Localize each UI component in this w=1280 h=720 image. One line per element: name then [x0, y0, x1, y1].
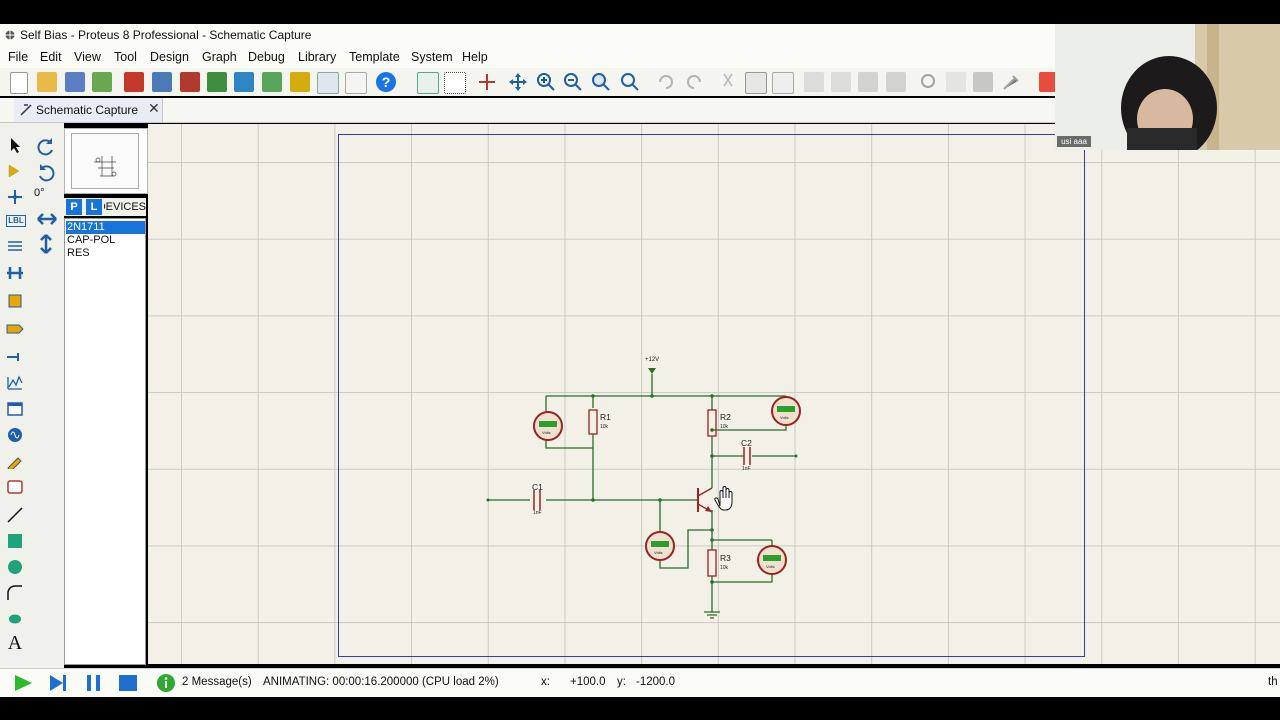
- voltmeter-2-unit: Volts: [780, 415, 789, 420]
- c2-value: 1nF: [742, 466, 751, 472]
- voltmeter-2[interactable]: Volts: [771, 396, 801, 426]
- voltmeter-3-unit: Volts: [654, 550, 663, 555]
- r1-value: 10k: [600, 424, 609, 430]
- hand-cursor-icon: [714, 486, 733, 511]
- voltmeter-1[interactable]: Volts: [533, 411, 563, 441]
- play-icon[interactable]: [12, 674, 34, 692]
- r1-name: R1: [600, 412, 611, 422]
- capacitor-c1[interactable]: C1 1nF: [532, 482, 543, 516]
- c1-value: 1nF: [533, 510, 542, 516]
- r3-name: R3: [720, 553, 731, 563]
- y-coord-value: -1200.0: [636, 676, 676, 688]
- supply-terminal[interactable]: +12V: [645, 357, 659, 374]
- pause-icon[interactable]: [84, 674, 104, 692]
- resistor-r3[interactable]: R3 10k: [707, 549, 731, 577]
- info-icon[interactable]: [156, 673, 176, 693]
- x-coord-value: +100.0: [570, 676, 606, 688]
- c1-name: C1: [532, 482, 543, 492]
- x-coord-label: x:: [541, 676, 550, 688]
- resistor-r1[interactable]: R1 10k: [588, 409, 611, 435]
- r2-name: R2: [720, 412, 731, 422]
- resistor-r2[interactable]: R2 10k: [707, 409, 731, 437]
- voltmeter-4-unit: Volts: [766, 564, 775, 569]
- webcam-overlay: [1055, 24, 1280, 160]
- status-bar: 2 Message(s) ANIMATING: 00:00:16.200000 …: [0, 668, 1280, 697]
- voltmeter-4[interactable]: Volts: [757, 545, 787, 575]
- stop-icon[interactable]: [118, 674, 138, 692]
- step-icon[interactable]: [46, 674, 68, 692]
- ground-symbol: [704, 611, 720, 619]
- r3-value: 10k: [720, 565, 729, 571]
- y-coord-label: y:: [617, 676, 626, 688]
- webcam-video: [1055, 24, 1280, 160]
- voltmeter-1-unit: Volts: [542, 430, 551, 435]
- supply-label: +12V: [645, 357, 659, 363]
- voltmeter-3[interactable]: Volts: [645, 531, 675, 561]
- transistor-q1[interactable]: [697, 487, 713, 513]
- r2-value: 10k: [720, 424, 729, 430]
- animation-status: ANIMATING: 00:00:16.200000 (CPU load 2%): [263, 676, 499, 688]
- capacitor-c2[interactable]: C2 1nF: [741, 438, 752, 472]
- participant-name: usi aaa: [1057, 136, 1091, 147]
- status-right-text: th: [1268, 676, 1278, 688]
- message-count[interactable]: 2 Message(s): [182, 676, 252, 688]
- c2-name: C2: [741, 438, 752, 448]
